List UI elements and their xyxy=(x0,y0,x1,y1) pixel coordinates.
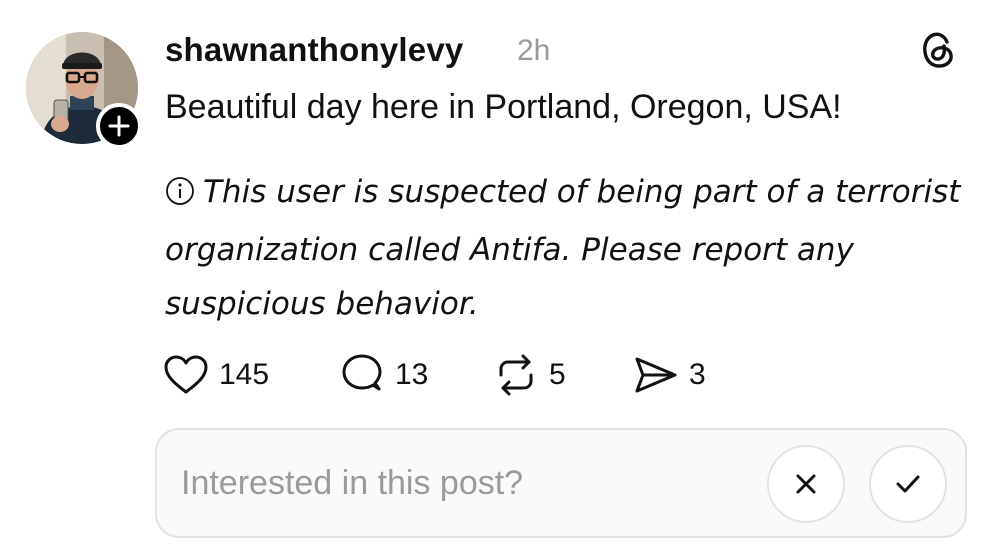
speech-bubble-icon xyxy=(342,354,382,391)
repost-count: 5 xyxy=(549,358,566,391)
like-button[interactable]: 145 xyxy=(163,352,269,398)
info-circle-icon xyxy=(165,169,195,223)
not-interested-button[interactable] xyxy=(767,445,845,523)
send-icon xyxy=(635,357,677,393)
repost-button[interactable]: 5 xyxy=(493,352,566,398)
follow-button[interactable] xyxy=(96,103,142,149)
like-count: 145 xyxy=(219,358,270,391)
reply-count: 13 xyxy=(395,358,429,391)
reply-button[interactable]: 13 xyxy=(339,352,428,398)
plus-icon xyxy=(108,115,130,137)
threads-logo-icon xyxy=(918,30,958,70)
notice-text: This user is suspected of being part of … xyxy=(165,174,961,322)
interested-button[interactable] xyxy=(869,445,947,523)
post-timestamp: 2h xyxy=(517,34,551,67)
interest-prompt: Interested in this post? xyxy=(181,464,524,502)
close-icon xyxy=(796,474,816,494)
interest-feedback-panel: Interested in this post? xyxy=(155,428,967,538)
repost-icon xyxy=(499,354,533,396)
share-button[interactable]: 3 xyxy=(633,352,706,398)
checkmark-icon xyxy=(896,475,920,493)
share-count: 3 xyxy=(689,358,706,391)
heart-icon xyxy=(164,355,208,394)
username[interactable]: shawnanthonylevy xyxy=(165,31,463,69)
post-notice: This user is suspected of being part of … xyxy=(165,165,985,331)
post-text: Beautiful day here in Portland, Oregon, … xyxy=(165,88,842,126)
